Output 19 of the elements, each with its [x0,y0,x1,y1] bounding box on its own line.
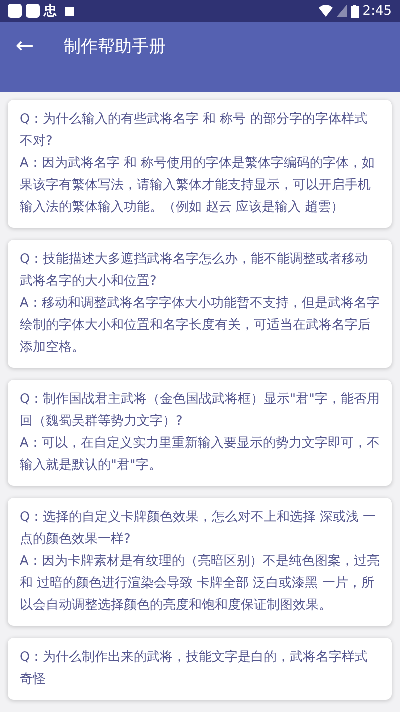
faq-question: Q：技能描述大多遮挡武将名字怎么办，能不能调整或者移动武将名字的大小和位置? [20,251,370,291]
battery-icon [350,4,359,18]
notification-glyph: 忠 [44,4,57,18]
faq-answer: A：移动和调整武将名字字体大小功能暂不支持，但是武将名字绘制的字体大小和位置和名字长度有关，可适当在武将名字后添加空格。 [20,295,380,357]
wifi-icon [318,5,333,17]
page-title: 制作帮助手册 [64,36,166,58]
faq-question: Q：选择的自定义卡牌颜色效果，怎么对不上和选择 深或浅 一点的颜色效果一样? [20,509,378,549]
signal-icon [336,5,347,17]
app-icon [8,4,22,18]
faq-answer: A：因为武将名字 和 称号使用的字体是繁体字编码的字体，如果该字有繁体写法，请输入繁体才能支持显示，可以开启手机输入法的繁体输入功能。（例如 赵云 应该是输入 趙雲） [20,155,376,217]
faq-answer: A：因为卡牌素材是有纹理的（亮暗区别）不是纯色图案，过亮和 过暗的颜色进行渲染会导致 卡牌全部 泛白或漆黑 一片，所以会自动调整选择颜色的亮度和饱和度保证制图效果。 [20,553,380,615]
faq-question: Q：为什么输入的有些武将名字 和 称号 的部分字的字体样式不对? [20,111,368,151]
app-icon [26,4,40,18]
status-time: 2:45 [362,4,392,18]
faq-answer: A：可以，在自定义实力里重新输入要显示的势力文字即可，不输入就是默认的"君"字。 [20,435,380,475]
keyboard-icon [65,6,74,16]
back-button[interactable]: ← [14,36,36,58]
faq-question: Q：为什么制作出来的武将，技能文字是白的，武将名字样式奇怪 [20,649,370,689]
faq-question: Q：制作国战君主武将（金色国战武将框）显示"君"字，能否用回（魏蜀吴群等势力文字）? [20,391,380,431]
